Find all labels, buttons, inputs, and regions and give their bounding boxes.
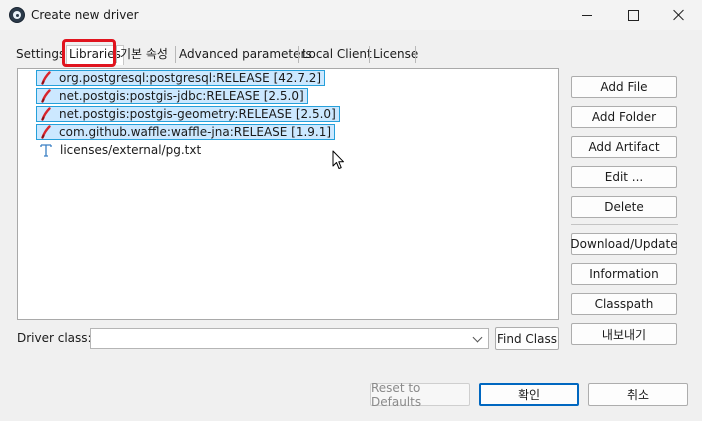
- classpath-button[interactable]: Classpath: [571, 293, 677, 315]
- information-button[interactable]: Information: [571, 263, 677, 285]
- add-file-button[interactable]: Add File: [571, 76, 677, 98]
- maximize-icon: [627, 9, 639, 21]
- export-button[interactable]: 내보내기: [571, 323, 677, 345]
- tab-separator: [175, 46, 176, 63]
- tab-separator: [116, 46, 117, 63]
- library-label: com.github.waffle:waffle-jna:RELEASE [1.…: [59, 125, 332, 139]
- app-icon: [9, 7, 25, 23]
- list-item[interactable]: licenses/external/pg.txt: [36, 142, 204, 158]
- maximize-button[interactable]: [610, 0, 656, 30]
- text-file-icon: [40, 144, 52, 157]
- driver-class-combo[interactable]: [90, 328, 489, 349]
- download-update-button[interactable]: Download/Update: [570, 233, 678, 255]
- list-item[interactable]: net.postgis:postgis-geometry:RELEASE [2.…: [36, 106, 340, 122]
- tab-license[interactable]: License: [371, 46, 420, 64]
- highlight-box: [62, 39, 116, 67]
- button-separator: [571, 224, 678, 225]
- tab-separator: [298, 46, 299, 63]
- library-label: org.postgresql:postgresql:RELEASE [42.7.…: [59, 71, 322, 85]
- close-icon: [673, 9, 685, 21]
- driver-class-label: Driver class:: [17, 331, 92, 345]
- edit-button[interactable]: Edit ...: [571, 166, 677, 188]
- chevron-down-icon[interactable]: [472, 332, 483, 343]
- list-item[interactable]: net.postgis:postgis-jdbc:RELEASE [2.5.0]: [36, 88, 308, 104]
- library-label: net.postgis:postgis-geometry:RELEASE [2.…: [59, 107, 336, 121]
- mouse-cursor-icon: [332, 150, 344, 169]
- jar-icon: [41, 107, 51, 121]
- jar-icon: [41, 89, 51, 103]
- tab-basic-properties[interactable]: 기본 속성: [118, 46, 170, 64]
- close-button[interactable]: [656, 0, 702, 30]
- library-label: net.postgis:postgis-jdbc:RELEASE [2.5.0]: [59, 89, 304, 103]
- minimize-icon: [582, 14, 592, 16]
- tab-local-client[interactable]: Local Client: [300, 46, 374, 64]
- jar-icon: [41, 71, 51, 85]
- cancel-button[interactable]: 취소: [588, 383, 688, 406]
- find-class-button[interactable]: Find Class: [495, 327, 559, 350]
- list-item[interactable]: com.github.waffle:waffle-jna:RELEASE [1.…: [36, 124, 336, 140]
- jar-icon: [41, 125, 51, 139]
- tab-separator: [369, 46, 370, 63]
- tab-settings[interactable]: Settings: [14, 46, 67, 64]
- library-list[interactable]: org.postgresql:postgresql:RELEASE [42.7.…: [17, 68, 559, 320]
- library-label: licenses/external/pg.txt: [60, 143, 202, 157]
- window-title: Create new driver: [31, 8, 139, 22]
- list-item[interactable]: org.postgresql:postgresql:RELEASE [42.7.…: [36, 70, 326, 86]
- add-folder-button[interactable]: Add Folder: [571, 106, 677, 128]
- add-artifact-button[interactable]: Add Artifact: [571, 136, 677, 158]
- tab-advanced-parameters[interactable]: Advanced parameters: [177, 46, 314, 64]
- reset-to-defaults-button[interactable]: Reset to Defaults: [370, 381, 470, 409]
- tab-separator: [415, 46, 416, 63]
- minimize-button[interactable]: [564, 0, 610, 30]
- delete-button[interactable]: Delete: [571, 196, 677, 218]
- ok-button[interactable]: 확인: [479, 383, 579, 406]
